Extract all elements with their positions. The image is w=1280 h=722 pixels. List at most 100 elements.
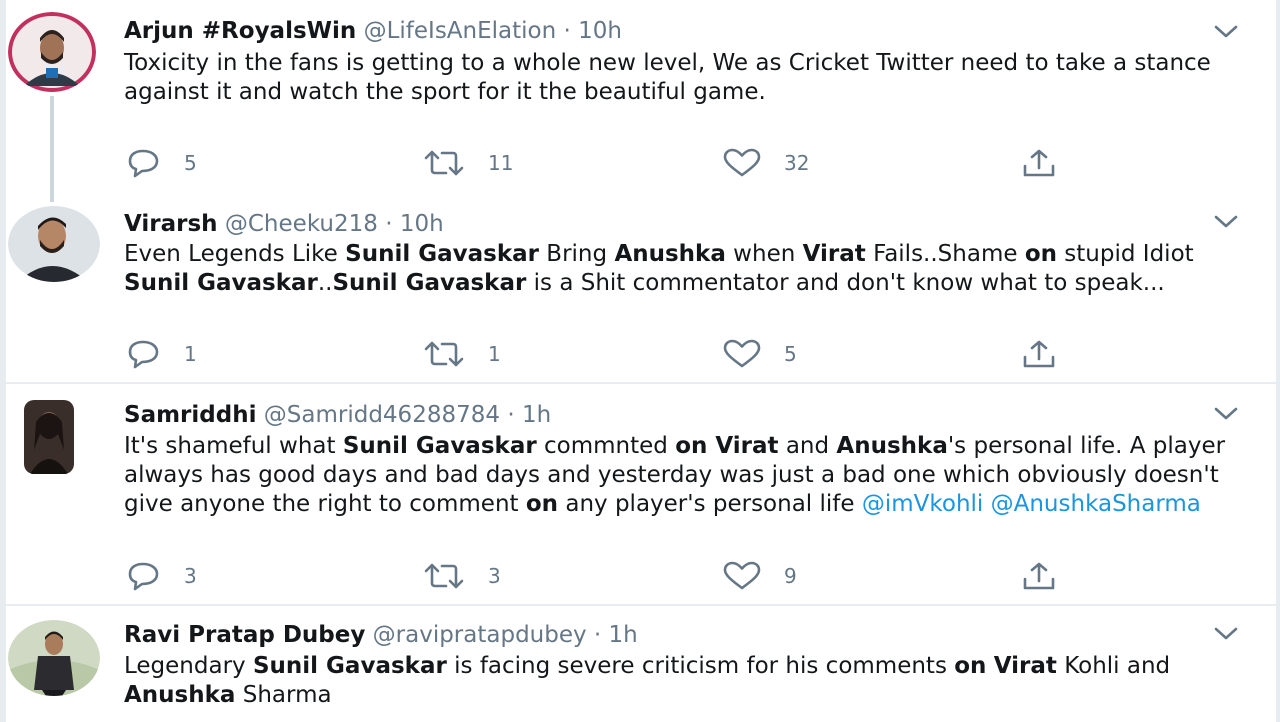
reply-button[interactable]: 1 [124,337,197,371]
user-handle[interactable]: @Cheeku218 [225,211,378,237]
text-run: any player's personal life [558,491,862,517]
like-count: 32 [784,151,810,175]
text-run: It's shameful what [124,433,343,459]
bold-text: Sunil Gavaskar [252,653,447,679]
text-run: stupid Idiot [1057,241,1194,267]
text-run [983,491,990,517]
tweet-actions: 1 1 5 [124,337,1124,371]
timestamp[interactable]: 10h [578,18,622,44]
like-icon [723,561,761,590]
share-icon [1023,562,1055,590]
bold-text: Virat [802,241,866,267]
text-run: Fails..Shame [865,241,1025,267]
text-run: Even Legends Like [124,241,346,267]
reply-icon [128,562,159,591]
thread-line [50,96,54,202]
like-button[interactable]: 5 [722,337,797,371]
bold-text: Sunil Gavaskar [124,270,318,296]
retweet-icon [424,563,464,589]
display-name[interactable]: Virarsh [124,211,218,237]
separator-dot: · [563,18,571,44]
retweet-button[interactable]: 3 [422,559,501,593]
bold-text: Anushka [836,433,948,459]
reply-button[interactable]: 5 [124,146,197,180]
reply-icon [128,149,159,178]
user-handle[interactable]: @LifeIsAnElation [364,18,557,44]
tweet-header: Ravi Pratap Dubey @ravipratapdubey · 1h [124,620,638,650]
separator-dot: · [507,402,515,428]
chevron-down-icon[interactable] [1212,404,1240,424]
avatar[interactable] [8,620,100,696]
like-button[interactable]: 9 [722,559,797,593]
retweet-count: 11 [488,151,514,175]
share-button[interactable] [1020,559,1058,593]
mention-link[interactable]: @imVkohli [862,491,983,517]
bold-text: Sunil Gavaskar [332,270,527,296]
avatar[interactable] [24,400,74,474]
tweet-header: Virarsh @Cheeku218 · 10h [124,209,444,239]
bold-text: Anushka [614,241,726,267]
user-handle[interactable]: @Samridd46288784 [264,402,500,428]
tweet-actions: 5 11 32 [124,146,1124,180]
chevron-down-icon[interactable] [1212,22,1240,42]
share-button[interactable] [1020,146,1058,180]
text-run: is a Shit commentator and don't know wha… [526,270,1165,296]
chevron-down-icon[interactable] [1212,624,1240,644]
mention-link[interactable]: @AnushkaSharma [991,491,1201,517]
tweet-text: It's shameful what Sunil Gavaskar commnt… [124,432,1234,519]
text-run: commnted [536,433,676,459]
display-name[interactable]: Samriddhi [124,402,256,428]
avatar[interactable] [8,12,96,92]
chevron-down-icon[interactable] [1212,212,1240,232]
like-icon [723,339,761,368]
retweet-button[interactable]: 11 [422,146,513,180]
text-run: Legendary [124,653,253,679]
reply-icon [128,340,159,369]
separator-dot: · [385,211,393,237]
bold-text: Virat [993,653,1057,679]
user-handle[interactable]: @ravipratapdubey [373,622,587,648]
tweet-text: Toxicity in the fans is getting to a who… [124,49,1234,107]
tweet[interactable]: Virarsh @Cheeku218 · 10h Even Legends Li… [6,200,1276,384]
text-run [986,653,993,679]
reply-count: 3 [184,564,197,588]
bold-text: on [525,491,559,517]
share-icon [1023,149,1055,177]
reply-count: 1 [184,342,197,366]
tweet-text: Even Legends Like Sunil Gavaskar Bring A… [124,240,1234,298]
bold-text: on Virat [675,433,779,459]
tweet-header: Arjun #RoyalsWin @LifeIsAnElation · 10h [124,16,622,46]
timestamp[interactable]: 10h [400,211,444,237]
text-run: .. [317,270,333,296]
retweet-button[interactable]: 1 [422,337,501,371]
bold-text: Anushka [124,682,236,708]
timestamp[interactable]: 1h [522,402,551,428]
retweet-count: 1 [488,342,501,366]
share-button[interactable] [1020,337,1058,371]
bold-text: Sunil Gavaskar [342,433,537,459]
display-name[interactable]: Ravi Pratap Dubey [124,622,365,648]
retweet-icon [424,341,464,367]
like-count: 5 [784,342,797,366]
share-icon [1023,340,1055,368]
retweet-icon [424,150,464,176]
reply-button[interactable]: 3 [124,559,197,593]
like-button[interactable]: 32 [722,146,809,180]
tweet[interactable]: Arjun #RoyalsWin @LifeIsAnElation · 10h … [6,0,1276,202]
tweet[interactable]: Ravi Pratap Dubey @ravipratapdubey · 1h … [6,606,1276,722]
retweet-count: 3 [488,564,501,588]
avatar[interactable] [8,206,100,282]
text-run: Bring [539,241,615,267]
reply-count: 5 [184,151,197,175]
display-name[interactable]: Arjun #RoyalsWin [124,18,356,44]
text-run: Kohli and [1056,653,1171,679]
like-count: 9 [784,564,797,588]
tweet-text: Legendary Sunil Gavaskar is facing sever… [124,652,1234,710]
text-run: Toxicity in the fans is getting to a who… [124,50,1211,105]
tweet-header: Samriddhi @Samridd46288784 · 1h [124,400,551,430]
timestamp[interactable]: 1h [609,622,638,648]
bold-text: on [954,653,987,679]
tweet[interactable]: Samriddhi @Samridd46288784 · 1h It's sha… [6,384,1276,606]
like-icon [723,148,761,177]
bold-text: on [1024,241,1057,267]
